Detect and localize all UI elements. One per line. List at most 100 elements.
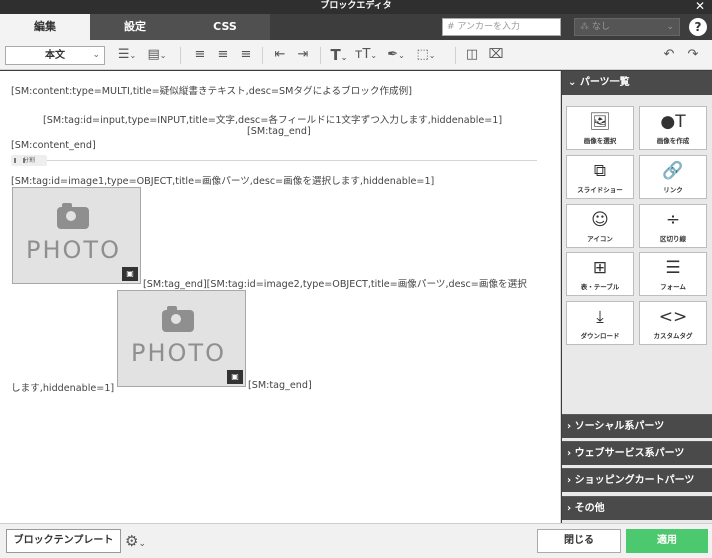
category-label: ソーシャル系パーツ (574, 421, 665, 432)
part-table[interactable]: ⊞ 表・テーブル (566, 252, 634, 296)
editor-toolbar: 本文 ⌄ ☰⌄ ▤⌄ ≡ ≡ ≡ ⇤ ⇥ T⌄ ᴛT⌄ ✒⌄ ⬚⌄ ◫ ⌧ ↶ … (0, 40, 712, 70)
category-other[interactable]: › その他 (562, 496, 712, 520)
toolbar-separator (455, 47, 456, 64)
chevron-right-icon: › (567, 475, 575, 486)
create-image-icon: ●T (660, 112, 686, 132)
image-icon[interactable]: ▣ (122, 267, 138, 281)
part-select-image[interactable]: 🖼 画像を選択 (566, 106, 634, 150)
photo-placeholder-1[interactable]: PHOTO ▣ (12, 187, 141, 284)
part-label: フォーム (660, 283, 686, 291)
photo-placeholder-2[interactable]: PHOTO ▣ (117, 290, 246, 387)
category-label: ウェブサービス系パーツ (574, 448, 685, 459)
clear-format-icon[interactable]: ⌧ (486, 46, 506, 64)
part-label: カスタムタグ (653, 332, 693, 340)
anchor-input[interactable]: # アンカーを入力 (442, 18, 561, 36)
window-title: ブロックエディタ (320, 1, 392, 11)
link-select-value: なし (591, 22, 610, 32)
indent-icon[interactable]: ⇥ (293, 46, 313, 64)
chevron-right-icon: › (567, 448, 575, 459)
part-label: 画像を選択 (583, 137, 617, 145)
help-icon[interactable]: ? (689, 18, 707, 36)
category-webservice[interactable]: › ウェブサービス系パーツ (562, 441, 712, 465)
block-template-button[interactable]: ブロックテンプレート (6, 529, 121, 553)
link-icon: ⁂ (580, 22, 592, 32)
part-label: アイコン (587, 235, 613, 243)
columns-icon[interactable]: ◫ (462, 46, 482, 64)
text-size-icon[interactable]: ᴛT⌄ (354, 46, 378, 64)
part-label: ダウンロード (580, 332, 620, 340)
category-social[interactable]: › ソーシャル系パーツ (562, 414, 712, 438)
undo-icon[interactable]: ↶ (660, 46, 678, 64)
input-tag-line: [SM:tag:id=input,type=INPUT,title=文字,des… (43, 115, 503, 126)
part-separator[interactable]: ÷ 区切り線 (639, 204, 707, 248)
part-label: 表・テーブル (580, 283, 620, 291)
redo-icon[interactable]: ↷ (684, 46, 702, 64)
code-icon: <> (658, 307, 688, 327)
align-center-icon[interactable]: ≡ (213, 46, 233, 64)
chevron-right-icon: › (567, 421, 575, 432)
link-icon: 🔗 (662, 161, 684, 181)
part-slideshow[interactable]: ⧉ スライドショー (566, 155, 634, 199)
category-shopping-cart[interactable]: › ショッピングカートパーツ (562, 468, 712, 492)
part-create-image[interactable]: ●T 画像を作成 (639, 106, 707, 150)
content-tag-line: [SM:content:type=MULTI,title=疑似縦書きテキスト,d… (11, 86, 412, 97)
close-button[interactable]: 閉じる (537, 529, 621, 553)
photo-label: PHOTO (26, 236, 121, 264)
outdent-icon[interactable]: ⇤ (270, 46, 290, 64)
camera-icon (162, 306, 194, 332)
paragraph-style-select[interactable]: 本文 ⌄ (5, 46, 105, 65)
close-icon[interactable]: ✕ (695, 0, 705, 13)
chevron-down-icon: ⌄ (666, 22, 674, 32)
font-size-icon[interactable]: T⌄ (327, 46, 351, 64)
table-icon: ⊞ (592, 258, 608, 278)
image2-tag-line: [SM:tag_end][SM:tag:id=image2,type=OBJEC… (143, 279, 527, 290)
hiddenable-line: します,hiddenable=1] (11, 383, 115, 394)
image-icon[interactable]: ▣ (227, 370, 243, 384)
download-icon: ⤓ (596, 307, 604, 327)
window-titlebar: ブロックエディタ ✕ (0, 0, 712, 14)
toolbar-separator (320, 47, 321, 64)
part-label: 区切り線 (660, 235, 686, 243)
color-picker-icon[interactable]: ✒⌄ (384, 46, 408, 64)
editor-area[interactable]: [SM:content:type=MULTI,title=疑似縦書きテキスト,d… (0, 71, 561, 523)
tab-css[interactable]: CSS (180, 14, 270, 40)
tag-end-line-2: [SM:tag_end] (248, 380, 312, 391)
tab-edit[interactable]: 編集 (0, 14, 90, 40)
part-icon[interactable]: ☺ アイコン (566, 204, 634, 248)
text-style-icon[interactable]: ⬚⌄ (414, 46, 438, 64)
toolbar-separator (180, 47, 181, 64)
chevron-down-icon: ⌄ (92, 50, 100, 60)
part-label: 画像を作成 (656, 137, 690, 145)
link-select[interactable]: ⁂ なし ⌄ (574, 18, 680, 36)
apply-button[interactable]: 適用 (626, 529, 708, 553)
block-format-icon[interactable]: ▤⌄ (142, 46, 172, 64)
part-label: スライドショー (577, 186, 623, 194)
chevron-down-icon: ⌄ (568, 77, 580, 88)
separator-icon: ÷ (665, 210, 681, 230)
tab-settings[interactable]: 設定 (90, 14, 180, 40)
part-form[interactable]: ☰ フォーム (639, 252, 707, 296)
tab-bar: 編集 設定 CSS # アンカーを入力 ⁂ なし ⌄ ? (0, 14, 712, 40)
image-icon: 🖼 (589, 112, 611, 132)
category-label: その他 (574, 503, 605, 514)
camera-icon (57, 203, 89, 229)
align-left-icon[interactable]: ≡ (190, 46, 210, 64)
parts-sidebar: ⌄ パーツ一覧 🖼 画像を選択 ●T 画像を作成 ⧉ スライドショー 🔗 リンク… (562, 71, 712, 523)
chevron-right-icon: › (567, 503, 575, 514)
smiley-icon: ☺ (591, 210, 609, 230)
toolbar-separator (262, 47, 263, 64)
bottom-bar: ブロックテンプレート ⚙⌄ 閉じる 適用 (0, 523, 712, 558)
image1-tag-line: [SM:tag:id=image1,type=OBJECT,title=画像パー… (11, 176, 435, 187)
align-right-icon[interactable]: ≡ (236, 46, 256, 64)
part-custom-tag[interactable]: <> カスタムタグ (639, 301, 707, 345)
bullet-list-icon[interactable]: ☰⌄ (112, 46, 142, 64)
divider-badge[interactable]: 分割 (11, 155, 47, 166)
parts-list-header[interactable]: ⌄ パーツ一覧 (562, 71, 712, 95)
form-icon: ☰ (665, 258, 681, 278)
parts-list-title: パーツ一覧 (579, 77, 630, 88)
divider-line (47, 160, 537, 161)
part-label: リンク (663, 186, 683, 194)
part-download[interactable]: ⤓ ダウンロード (566, 301, 634, 345)
part-link[interactable]: 🔗 リンク (639, 155, 707, 199)
gear-icon[interactable]: ⚙⌄ (125, 530, 146, 552)
